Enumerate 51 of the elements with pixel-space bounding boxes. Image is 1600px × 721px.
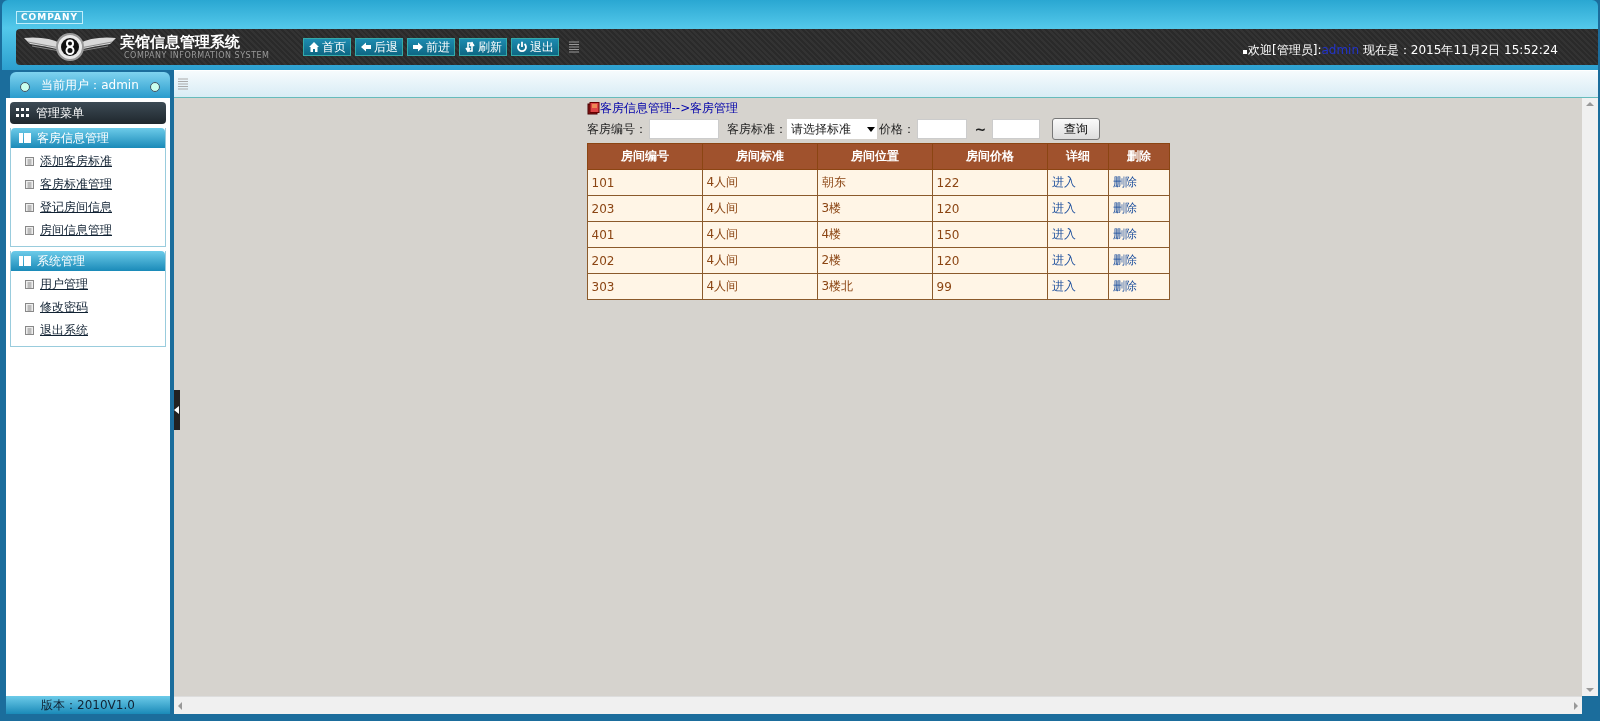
menu-link[interactable]: 添加客房标准 (40, 153, 112, 170)
menu-link[interactable]: 修改密码 (40, 299, 88, 316)
menu-link[interactable]: 登记房间信息 (40, 199, 112, 216)
column-header: 详细 (1047, 143, 1108, 170)
table-cell: 3楼北 (821, 279, 854, 293)
welcome-text: 欢迎[管理员]:admin 现在是：2015年11月2日 15:52:24 (1243, 42, 1598, 65)
table-cell: 朝东 (821, 175, 846, 189)
column-header: 房间编号 (587, 143, 702, 170)
table-cell: 3楼 (821, 201, 842, 215)
column-header: 房间标准 (702, 143, 817, 170)
menu-link[interactable]: 房间信息管理 (40, 222, 112, 239)
table-cell: 4人间 (706, 279, 739, 293)
table-cell: 99 (936, 279, 952, 294)
column-header: 房间位置 (817, 143, 932, 170)
version-label: 版本：2010V1.0 (6, 696, 170, 714)
range-separator: ~ (974, 121, 987, 137)
nav-button[interactable]: 前进 (407, 38, 455, 56)
column-header: 删除 (1108, 143, 1169, 170)
field-label: 客房标准： (726, 120, 787, 138)
company-badge: COMPANY (16, 11, 83, 24)
table-cell: 4人间 (706, 201, 739, 215)
nav-button[interactable]: 刷新 (459, 38, 507, 56)
nav-button[interactable]: 后退 (355, 38, 403, 56)
table-cell: 101 (591, 175, 615, 190)
table-cell: 401 (591, 227, 615, 242)
table-cell: 303 (591, 279, 615, 294)
breadcrumb: 客房信息管理-->客房管理 (599, 99, 739, 117)
table-cell: 4人间 (706, 253, 739, 267)
standard-select[interactable]: 请选择标准 (786, 119, 877, 139)
table-cell: 150 (936, 227, 960, 242)
field-label: 客房编号： (586, 120, 647, 138)
table-cell: 4楼 (821, 227, 842, 241)
table-cell: 203 (591, 201, 615, 216)
menu-title: 管理菜单 (36, 104, 84, 122)
table-cell: 120 (936, 201, 960, 216)
system-subtitle: COMPANY INFORMATION SYSTEM (124, 50, 271, 61)
table-cell: 122 (936, 175, 960, 190)
field-label: 价格： (878, 120, 915, 138)
system-title: 宾馆信息管理系统 (120, 33, 241, 51)
menu-link[interactable]: 退出系统 (40, 322, 88, 339)
column-header: 房间价格 (932, 143, 1047, 170)
table-cell: 4人间 (706, 175, 739, 189)
nav-button[interactable]: 首页 (303, 38, 351, 56)
search-button[interactable]: 查询 (1052, 118, 1101, 140)
table-cell: 202 (591, 253, 615, 268)
table-cell: 120 (936, 253, 960, 268)
table-cell: 2楼 (821, 253, 842, 267)
table-cell: 4人间 (706, 227, 739, 241)
menu-link[interactable]: 客房标准管理 (40, 176, 112, 193)
menu-link[interactable]: 用户管理 (40, 276, 88, 293)
nav-button[interactable]: 退出 (511, 38, 559, 56)
